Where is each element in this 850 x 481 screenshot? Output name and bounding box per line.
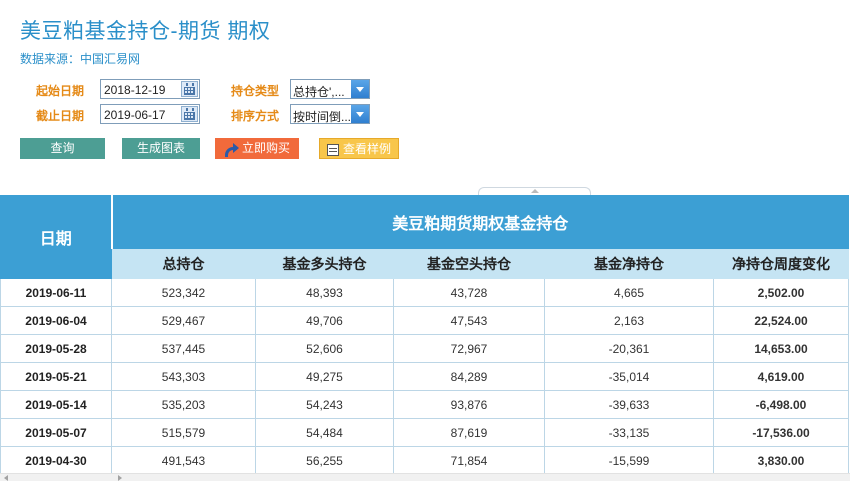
- row-date: 2019-05-07: [0, 418, 112, 447]
- end-date-input[interactable]: 2019-06-17: [100, 104, 200, 124]
- row-date: 2019-05-21: [0, 362, 112, 391]
- row-short: 87,619: [393, 418, 545, 447]
- sort-select[interactable]: 按时间倒...: [290, 104, 370, 124]
- row-total: 537,445: [111, 334, 256, 363]
- column-header-net: 基金净持仓: [544, 248, 714, 279]
- row-short: 71,854: [393, 446, 545, 475]
- row-change: 2,502.00: [712, 278, 850, 307]
- row-change: 4,619.00: [712, 362, 850, 391]
- row-short: 72,967: [393, 334, 545, 363]
- group-header: 美豆粕期货期权基金持仓: [110, 195, 850, 249]
- row-total: 491,543: [111, 446, 256, 475]
- chevron-down-icon[interactable]: [351, 105, 369, 123]
- document-icon: [326, 143, 339, 156]
- table-row: 2019-05-28 537,445 52,606 72,967 -20,361…: [0, 334, 850, 363]
- chevron-down-icon[interactable]: [351, 80, 369, 98]
- row-net: -33,135: [544, 418, 714, 447]
- sort-value: 按时间倒...: [293, 110, 352, 124]
- position-type-select[interactable]: 总持仓',...: [290, 79, 370, 99]
- data-source: 数据来源：中国汇易网: [20, 52, 141, 66]
- table-row: 2019-05-07 515,579 54,484 87,619 -33,135…: [0, 418, 850, 447]
- row-change: 22,524.00: [712, 306, 850, 335]
- row-long: 54,484: [255, 418, 394, 447]
- row-change: -6,498.00: [712, 390, 850, 419]
- row-long: 49,275: [255, 362, 394, 391]
- row-net: -15,599: [544, 446, 714, 475]
- position-type-label: 持仓类型: [231, 84, 280, 98]
- row-net: 4,665: [544, 278, 714, 307]
- page-title: 美豆粕基金持仓-期货 期权: [20, 20, 271, 43]
- row-total: 515,579: [111, 418, 256, 447]
- row-total: 529,467: [111, 306, 256, 335]
- row-date: 2019-06-11: [0, 278, 112, 307]
- query-button-label: 查询: [50, 141, 75, 155]
- row-change: 3,830.00: [712, 446, 850, 475]
- row-change: -17,536.00: [712, 418, 850, 447]
- horizontal-scrollbar[interactable]: [0, 473, 850, 481]
- table-row: 2019-06-04 529,467 49,706 47,543 2,163 2…: [0, 306, 850, 335]
- end-date-value: 2019-06-17: [104, 108, 166, 122]
- start-date-label: 起始日期: [36, 84, 85, 98]
- query-button[interactable]: 查询: [20, 138, 105, 159]
- table-row: 2019-05-14 535,203 54,243 93,876 -39,633…: [0, 390, 850, 419]
- row-date: 2019-05-28: [0, 334, 112, 363]
- row-long: 54,243: [255, 390, 394, 419]
- column-header-change: 净持仓周度变化: [712, 248, 850, 279]
- view-sample-button[interactable]: 查看样例: [319, 138, 399, 159]
- end-date-label: 截止日期: [36, 109, 85, 123]
- row-date: 2019-06-04: [0, 306, 112, 335]
- holdings-table: 日期 美豆粕期货期权基金持仓 总持仓 基金多头持仓 基金空头持仓 基金净持仓 净…: [0, 195, 850, 475]
- scroll-left-icon[interactable]: [4, 475, 8, 481]
- row-change: 14,653.00: [712, 334, 850, 363]
- row-net: 2,163: [544, 306, 714, 335]
- table-row: 2019-06-11 523,342 48,393 43,728 4,665 2…: [0, 278, 850, 307]
- row-short: 84,289: [393, 362, 545, 391]
- date-column-header: 日期: [0, 195, 112, 279]
- column-header-total: 总持仓: [111, 248, 256, 279]
- row-short: 47,543: [393, 306, 545, 335]
- row-long: 49,706: [255, 306, 394, 335]
- start-date-value: 2018-12-19: [104, 83, 166, 97]
- column-header-short: 基金空头持仓: [393, 248, 545, 279]
- row-long: 48,393: [255, 278, 394, 307]
- row-long: 56,255: [255, 446, 394, 475]
- table-row: 2019-05-21 543,303 49,275 84,289 -35,014…: [0, 362, 850, 391]
- row-short: 93,876: [393, 390, 545, 419]
- row-total: 535,203: [111, 390, 256, 419]
- generate-chart-label: 生成图表: [136, 141, 185, 155]
- position-type-value: 总持仓',...: [293, 85, 345, 99]
- row-net: -39,633: [544, 390, 714, 419]
- table-row: 2019-04-30 491,543 56,255 71,854 -15,599…: [0, 446, 850, 475]
- start-date-input[interactable]: 2018-12-19: [100, 79, 200, 99]
- calendar-icon[interactable]: [181, 106, 198, 122]
- view-sample-label: 查看样例: [342, 142, 391, 156]
- row-total: 543,303: [111, 362, 256, 391]
- row-total: 523,342: [111, 278, 256, 307]
- calendar-icon[interactable]: [181, 81, 198, 97]
- sort-label: 排序方式: [231, 109, 280, 123]
- row-date: 2019-04-30: [0, 446, 112, 475]
- row-net: -20,361: [544, 334, 714, 363]
- row-long: 52,606: [255, 334, 394, 363]
- generate-chart-button[interactable]: 生成图表: [122, 138, 200, 159]
- buy-now-button[interactable]: 立即购买: [215, 138, 299, 159]
- row-short: 43,728: [393, 278, 545, 307]
- scroll-right-icon[interactable]: [118, 475, 122, 481]
- row-date: 2019-05-14: [0, 390, 112, 419]
- column-header-long: 基金多头持仓: [255, 248, 394, 279]
- buy-now-label: 立即购买: [241, 141, 290, 155]
- share-arrow-icon: [224, 142, 239, 157]
- row-net: -35,014: [544, 362, 714, 391]
